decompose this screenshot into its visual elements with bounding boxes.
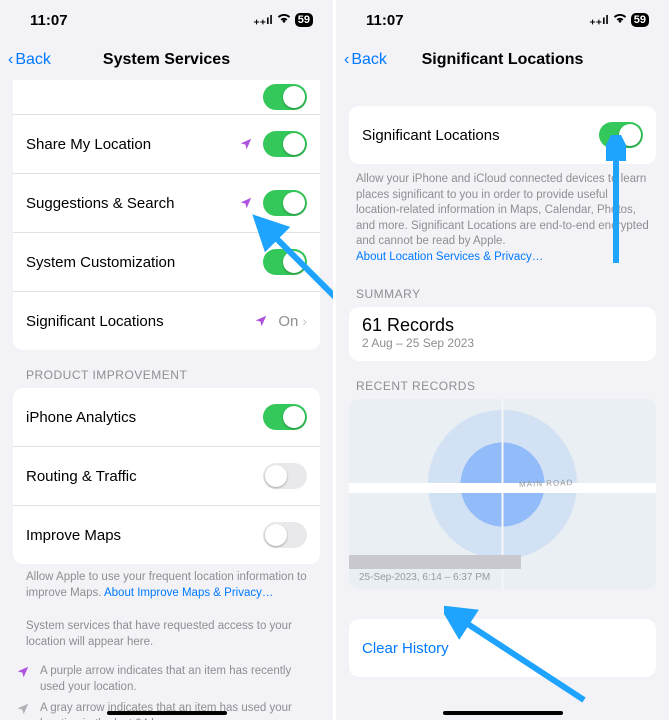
battery-level: 59 (295, 13, 313, 27)
clear-history-label: Clear History (362, 640, 449, 657)
row-label: Share My Location (26, 136, 239, 153)
toggle-significant-locations[interactable] (599, 122, 643, 148)
row-significant-locations-toggle[interactable]: Significant Locations (349, 106, 656, 164)
location-arrow-icon (16, 702, 32, 720)
records-count: 61 Records (362, 315, 643, 336)
section-header-summary: SUMMARY (336, 269, 669, 307)
location-arrow-icon (254, 314, 268, 328)
wifi-icon (277, 13, 291, 27)
signal-icon: ₊₊ıl (589, 13, 608, 27)
nav-header: ‹ Back System Services (0, 40, 333, 80)
signal-icon: ₊₊ıl (253, 13, 272, 27)
row-label: System Customization (26, 254, 263, 271)
phone-significant-locations: 11:07 ₊₊ıl 59 ‹ Back Significant Locatio… (336, 0, 669, 720)
toggle-iphone-analytics[interactable] (263, 404, 307, 430)
product-improvement-group: iPhone Analytics Routing & Traffic Impro… (13, 388, 320, 564)
footer-improve-maps: Allow Apple to use your frequent locatio… (0, 564, 333, 605)
status-bar: 11:07 ₊₊ıl 59 (0, 0, 333, 40)
row-iphone-analytics[interactable]: iPhone Analytics (13, 388, 320, 446)
map-road (349, 483, 656, 493)
map-recent-record[interactable]: MAIN ROAD 25-Sep-2023, 6:14 – 6:37 PM (349, 399, 656, 589)
row-label: Routing & Traffic (26, 468, 263, 485)
status-bar: 11:07 ₊₊ıl 59 (336, 0, 669, 40)
link-about-location-services[interactable]: About Location Services & Privacy… (356, 251, 543, 263)
battery-level: 59 (631, 13, 649, 27)
clear-history-button[interactable]: Clear History (349, 619, 656, 677)
toggle-system-customization[interactable] (263, 249, 307, 275)
row-label: iPhone Analytics (26, 409, 263, 426)
system-services-group: Share My Location Suggestions & Search S… (13, 80, 320, 350)
row-label: Suggestions & Search (26, 195, 239, 212)
back-button[interactable]: ‹ Back (8, 51, 51, 69)
toggle-share-my-location[interactable] (263, 131, 307, 157)
row-routing-traffic[interactable]: Routing & Traffic (13, 446, 320, 505)
row-label: Significant Locations (26, 313, 254, 330)
location-arrow-icon (16, 665, 32, 695)
section-header-recent: RECENT RECORDS (336, 361, 669, 399)
back-button[interactable]: ‹ Back (344, 51, 387, 69)
section-header-product-improvement: PRODUCT IMPROVEMENT (0, 350, 333, 388)
location-arrow-icon (239, 196, 253, 210)
phone-system-services: 11:07 ₊₊ıl 59 ‹ Back System Services Sha (0, 0, 333, 720)
back-label: Back (15, 51, 51, 69)
row-suggestions-search[interactable]: Suggestions & Search (13, 173, 320, 232)
status-right: ₊₊ıl 59 (589, 13, 649, 27)
toggle-suggestions[interactable] (263, 190, 307, 216)
chevron-right-icon: › (302, 313, 307, 329)
row-improve-maps[interactable]: Improve Maps (13, 505, 320, 564)
row-label: Improve Maps (26, 527, 263, 544)
chevron-left-icon: ‹ (344, 51, 349, 69)
home-indicator (107, 711, 227, 715)
row-label: Significant Locations (362, 127, 599, 144)
row-records-summary[interactable]: 61 Records 2 Aug – 25 Sep 2023 (349, 307, 656, 361)
status-time: 11:07 (366, 12, 589, 29)
home-indicator (443, 711, 563, 715)
sigloc-toggle-group: Significant Locations (349, 106, 656, 164)
description: Allow your iPhone and iCloud connected d… (336, 164, 669, 269)
legend-purple-text: A purple arrow indicates that an item ha… (40, 664, 313, 695)
row-share-my-location[interactable]: Share My Location (13, 114, 320, 173)
row-value: On (278, 313, 298, 330)
status-right: ₊₊ıl 59 (253, 13, 313, 27)
toggle-unknown-top[interactable] (263, 84, 307, 110)
clear-history-group: Clear History (349, 619, 656, 677)
toggle-improve-maps[interactable] (263, 522, 307, 548)
summary-group: 61 Records 2 Aug – 25 Sep 2023 (349, 307, 656, 361)
row-significant-locations[interactable]: Significant Locations On › (13, 291, 320, 350)
records-range: 2 Aug – 25 Sep 2023 (362, 336, 643, 350)
link-about-improve-maps[interactable]: About Improve Maps & Privacy… (104, 587, 273, 599)
chevron-left-icon: ‹ (8, 51, 13, 69)
toggle-routing-traffic[interactable] (263, 463, 307, 489)
wifi-icon (613, 13, 627, 27)
back-label: Back (351, 51, 387, 69)
description-text: Allow your iPhone and iCloud connected d… (356, 173, 649, 247)
nav-header: ‹ Back Significant Locations (336, 40, 669, 80)
row-system-customization[interactable]: System Customization (13, 232, 320, 291)
map-caption: 25-Sep-2023, 6:14 – 6:37 PM (359, 572, 490, 583)
location-arrow-icon (239, 137, 253, 151)
map-overlay-bar (349, 555, 521, 569)
status-time: 11:07 (30, 12, 253, 29)
footer-requested: System services that have requested acce… (0, 605, 333, 654)
